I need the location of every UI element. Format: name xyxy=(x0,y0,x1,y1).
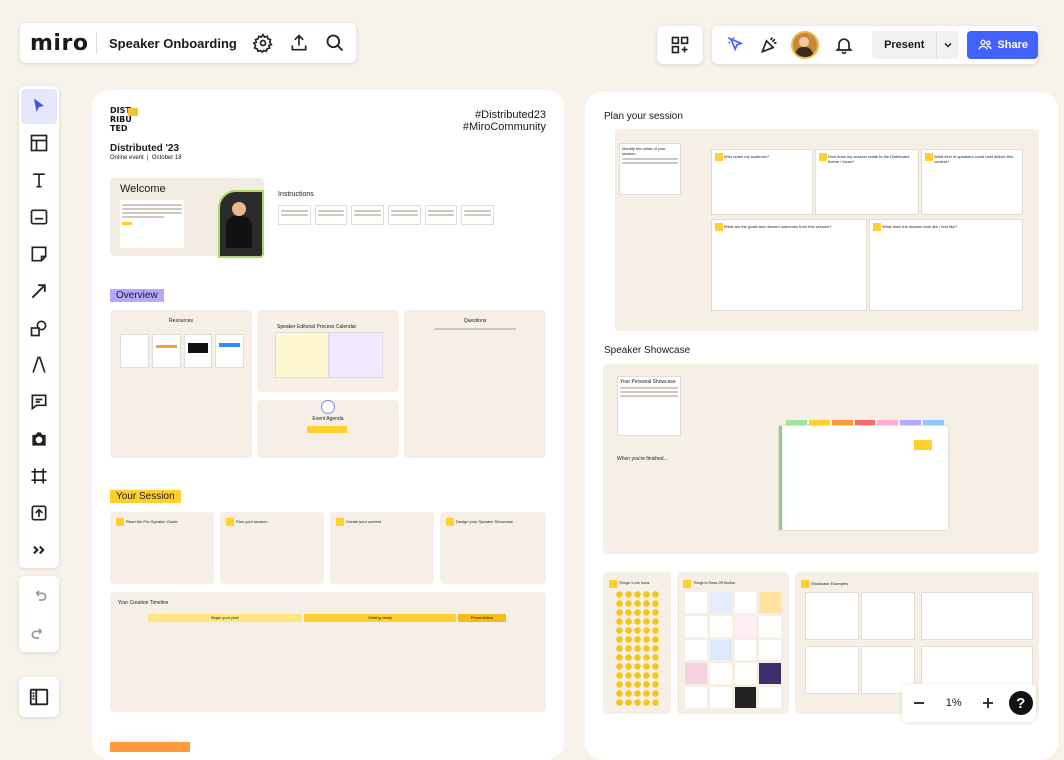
timeline-phase-1: Begin your plan xyxy=(148,614,302,622)
header-divider xyxy=(96,32,97,54)
frames-panel-button[interactable] xyxy=(19,677,59,717)
agenda-title: Event Agenda xyxy=(312,416,344,422)
select-tool-icon[interactable] xyxy=(21,89,57,124)
help-icon[interactable]: ? xyxy=(1008,691,1033,715)
shapes-icon[interactable] xyxy=(21,311,57,346)
camera-icon[interactable] xyxy=(21,421,57,456)
zoom-in-icon[interactable] xyxy=(974,689,1002,717)
upload-icon[interactable] xyxy=(21,495,57,530)
welcome-text xyxy=(120,200,184,248)
event-title: Distributed '23 xyxy=(110,143,180,154)
instructions-title: Instructions xyxy=(278,191,314,198)
more-tools-icon[interactable] xyxy=(21,532,57,567)
distributed-logo: DIST RIBU TED xyxy=(110,106,138,138)
emoji-grid xyxy=(615,590,661,706)
apps-icon[interactable] xyxy=(666,31,694,59)
miro-logo[interactable]: miro xyxy=(30,31,90,56)
timeline-phase-2: Getting ready xyxy=(304,614,456,622)
user-avatar[interactable] xyxy=(791,31,819,59)
apps-panel xyxy=(657,26,703,64)
history-panel xyxy=(19,576,59,652)
plan-question-5[interactable]: What does the session look like / feel l… xyxy=(869,219,1023,311)
your-session-label: Your Session xyxy=(110,490,181,503)
search-icon[interactable] xyxy=(321,29,349,57)
sticky-note-icon[interactable] xyxy=(21,237,57,272)
session-card-1[interactable]: Read the Pre-Speaker Guide xyxy=(110,512,214,584)
zoom-level[interactable]: 1% xyxy=(940,697,968,709)
personal-showcase-note: Your Personal Showcase xyxy=(617,376,681,436)
share-button[interactable]: Share xyxy=(967,31,1038,59)
resources-card[interactable]: Resources xyxy=(110,310,252,458)
board-settings-icon[interactable] xyxy=(249,29,277,57)
plan-session-title: Plan your session xyxy=(604,111,683,122)
session-card-2[interactable]: Plan your session xyxy=(220,512,324,584)
board-title[interactable]: Speaker Onboarding xyxy=(109,36,241,51)
export-icon[interactable] xyxy=(285,29,313,57)
creation-timeline-title: Your Creation Timeline xyxy=(118,600,169,606)
undo-icon[interactable] xyxy=(21,577,57,613)
hashtag-community: #MiroCommunity xyxy=(462,121,546,133)
identify-value-note: Identify the value of your session xyxy=(619,143,681,195)
showcase-template xyxy=(779,420,948,530)
board-frame-right: Plan your session Identify the value of … xyxy=(585,92,1058,760)
redo-icon[interactable] xyxy=(21,615,57,651)
event-subtitle: Online event | October 18 xyxy=(110,155,182,161)
questions-title: Questions xyxy=(463,318,487,324)
when-finished-label: When you're finished... xyxy=(617,456,668,462)
cursor-follow-icon[interactable] xyxy=(722,31,750,59)
board-frame-left: DIST RIBU TED Distributed '23 Online eve… xyxy=(92,90,564,760)
questions-card[interactable]: Questions xyxy=(404,310,546,458)
frame-tool-icon[interactable] xyxy=(21,458,57,493)
agenda-clock-icon xyxy=(321,400,335,414)
pen-icon[interactable] xyxy=(21,347,57,382)
speaker-showcase-card[interactable]: Your Personal Showcase When you're finis… xyxy=(603,364,1039,554)
creation-toolbar xyxy=(19,86,59,568)
plan-question-1[interactable]: Who is/are my audience? xyxy=(711,149,813,215)
timeline-phase-3: Presentation xyxy=(458,614,506,622)
plan-question-3[interactable]: What kind of speakers could best deliver… xyxy=(921,149,1023,215)
creation-timeline-card[interactable]: Your Creation Timeline Begin your plan G… xyxy=(110,592,546,712)
example-thumbnails xyxy=(685,592,781,708)
instructions-steps xyxy=(278,205,495,225)
notifications-icon[interactable] xyxy=(831,31,859,59)
present-label: Present xyxy=(884,39,925,51)
resources-title: Resources xyxy=(169,318,193,324)
agenda-card[interactable]: Event Agenda xyxy=(257,400,399,458)
plan-question-2[interactable]: How does my session relate to the Distri… xyxy=(815,149,919,215)
things-show-off-card[interactable]: Things to Show Off Section xyxy=(677,572,789,714)
collaboration-panel: Present Share xyxy=(712,26,1038,64)
plan-question-4[interactable]: What are the goals and desired outcomes … xyxy=(711,219,867,311)
sidebar-panel-icon xyxy=(29,688,49,706)
people-icon xyxy=(978,39,993,50)
calendar-card[interactable]: Speaker Editorial Process Calendar xyxy=(257,310,399,392)
things-love-icons-card[interactable]: Things I Love Icons xyxy=(603,572,671,714)
calendar-title: Speaker Editorial Process Calendar xyxy=(277,324,357,330)
speaker-showcase-title: Speaker Showcase xyxy=(604,345,691,356)
zoom-out-icon[interactable] xyxy=(905,689,933,717)
templates-icon[interactable] xyxy=(21,126,57,161)
speaker-photo xyxy=(218,190,264,258)
session-card-4[interactable]: Design your Speaker Showcase xyxy=(440,512,546,584)
plan-session-card[interactable]: Identify the value of your session Who i… xyxy=(615,129,1039,331)
present-button[interactable]: Present xyxy=(872,31,960,59)
welcome-card[interactable]: Welcome xyxy=(110,178,264,258)
comment-icon[interactable] xyxy=(21,384,57,419)
zoom-controls: 1% ? xyxy=(902,684,1036,722)
text-tool-icon[interactable] xyxy=(21,163,57,198)
session-card-3[interactable]: Create your content xyxy=(330,512,434,584)
overview-label: Overview xyxy=(110,289,164,302)
present-dropdown-chevron-icon[interactable] xyxy=(936,31,959,59)
board-header: miro Speaker Onboarding xyxy=(20,23,356,63)
card-tool-icon[interactable] xyxy=(21,200,57,235)
celebrate-icon[interactable] xyxy=(756,31,784,59)
connection-line-icon[interactable] xyxy=(21,274,57,309)
welcome-title: Welcome xyxy=(120,183,166,195)
share-label: Share xyxy=(997,39,1028,51)
hashtag-distributed: #Distributed23 xyxy=(475,109,546,121)
next-section-label xyxy=(110,742,190,752)
